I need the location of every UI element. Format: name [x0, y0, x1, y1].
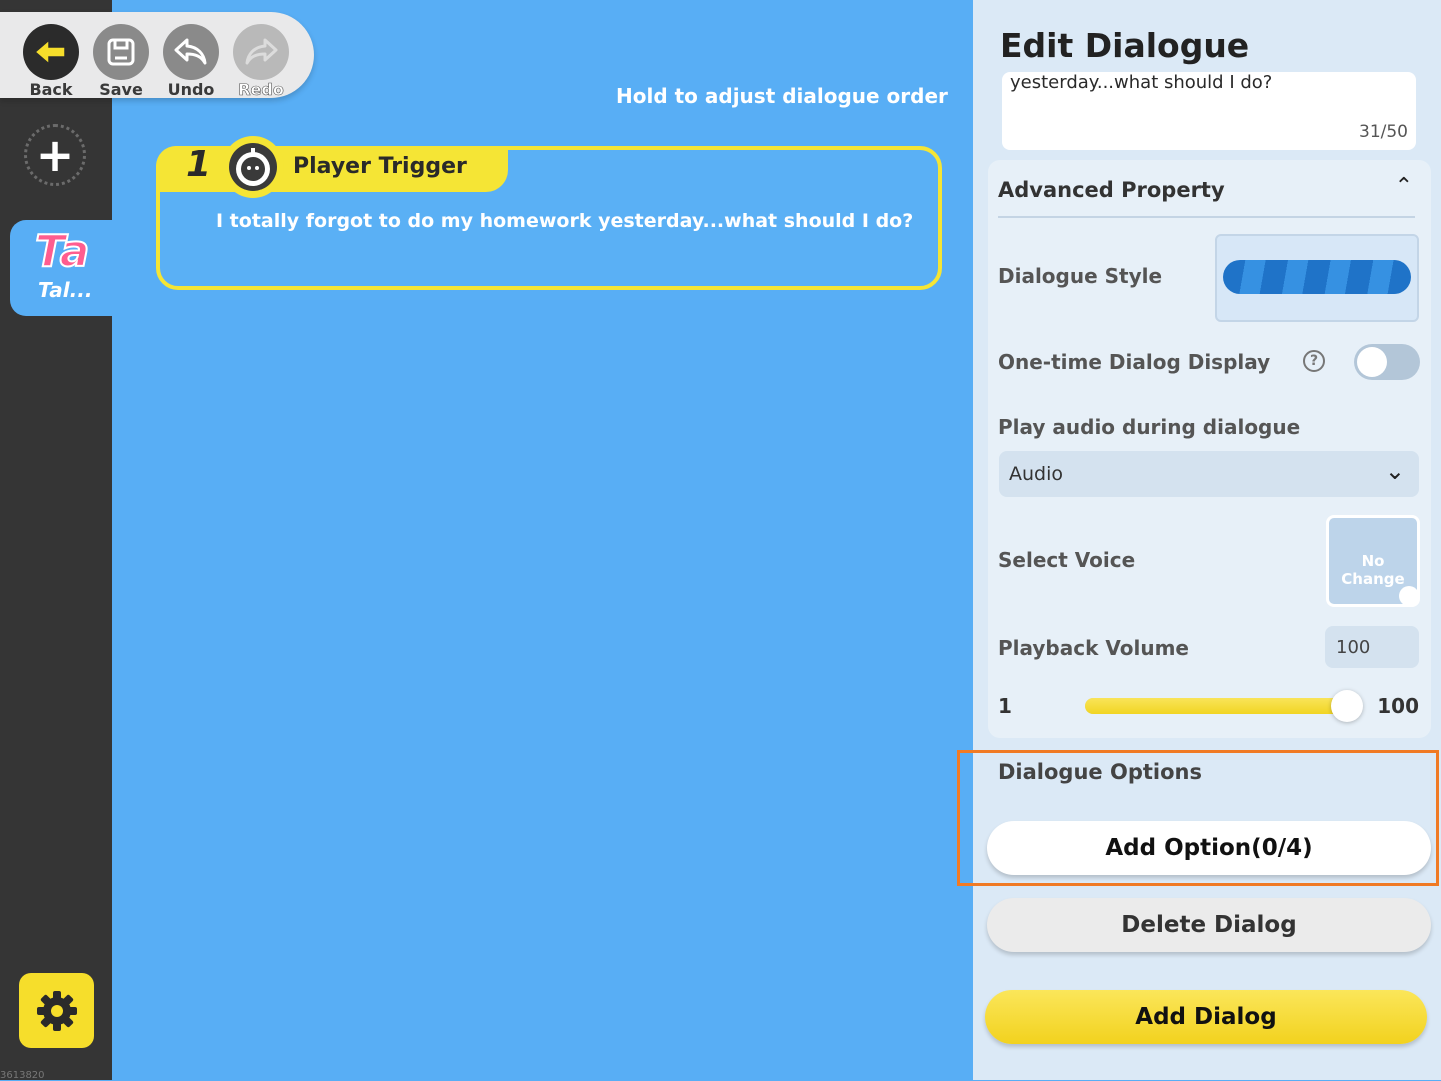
dialogue-options-label: Dialogue Options [998, 760, 1202, 784]
panel-title: Edit Dialogue [1000, 26, 1250, 65]
save-label: Save [99, 80, 143, 99]
top-toolbar: Back Save Undo Redo [0, 12, 314, 100]
audio-dropdown-value: Audio [1009, 463, 1064, 485]
dialogue-text-input[interactable]: yesterday...what should I do? 31/50 [1002, 72, 1416, 150]
voice-picker[interactable]: No Change [1326, 515, 1420, 607]
playback-volume-label: Playback Volume [998, 636, 1189, 660]
one-time-display-toggle[interactable] [1354, 344, 1420, 380]
dialogue-card[interactable]: 1 Player Trigger I totally forgot to do … [156, 136, 942, 290]
back-arrow-icon [33, 38, 66, 66]
player-trigger-icon [222, 136, 284, 198]
play-audio-label: Play audio during dialogue [998, 415, 1301, 439]
help-icon[interactable]: ? [1303, 350, 1325, 372]
redo-button[interactable]: Redo [232, 24, 290, 100]
save-button[interactable]: Save [92, 24, 150, 100]
redo-icon [245, 38, 278, 65]
talk-tab-label: Tal... [38, 278, 93, 302]
toggle-knob [1357, 347, 1387, 377]
card-dialogue-text: I totally forgot to do my homework yeste… [216, 210, 914, 232]
add-dialog-button[interactable]: Add Dialog [985, 990, 1427, 1044]
dialogue-style-label: Dialogue Style [998, 264, 1163, 288]
undo-button[interactable]: Undo [162, 24, 220, 100]
volume-slider-thumb[interactable] [1331, 690, 1363, 722]
left-sidebar: + Ta Tal... 3613820 [0, 0, 112, 1081]
slider-min-label: 1 [998, 694, 1012, 718]
undo-icon [174, 38, 207, 65]
card-index: 1 [186, 144, 212, 185]
voice-indicator [1399, 586, 1419, 606]
volume-slider-fill [1085, 698, 1347, 714]
back-label: Back [29, 80, 73, 99]
back-button[interactable]: Back [22, 24, 80, 100]
chevron-down-icon: ⌄ [1384, 457, 1405, 485]
delete-dialog-button[interactable]: Delete Dialog [987, 898, 1431, 952]
settings-button[interactable] [19, 973, 94, 1048]
volume-slider[interactable] [1085, 690, 1363, 722]
build-id: 3613820 [0, 1070, 45, 1081]
slider-max-label: 100 [1377, 694, 1419, 718]
talk-tab-icon: Ta [34, 225, 91, 278]
audio-dropdown[interactable]: Audio ⌄ [999, 451, 1419, 497]
save-icon [107, 38, 135, 66]
card-trigger-title: Player Trigger [293, 154, 467, 179]
reorder-hint: Hold to adjust dialogue order [616, 84, 948, 108]
add-option-button[interactable]: Add Option(0/4) [987, 821, 1431, 875]
undo-label: Undo [167, 80, 215, 99]
char-counter: 31/50 [1359, 122, 1408, 142]
dialogue-style-preview [1223, 260, 1411, 294]
advanced-property-section: Advanced Property ⌃ Dialogue Style One-t… [988, 160, 1431, 738]
one-time-display-label: One-time Dialog Display [998, 350, 1271, 374]
select-voice-label: Select Voice [998, 548, 1136, 572]
volume-input-value: 100 [1336, 637, 1371, 658]
dialogue-style-picker[interactable] [1215, 234, 1419, 322]
plus-icon: + [35, 128, 75, 182]
voice-value: No Change [1341, 552, 1405, 588]
gear-icon [36, 990, 77, 1031]
edit-dialogue-panel: Edit Dialogue yesterday...what should I … [957, 0, 1441, 1080]
add-element-button[interactable]: + [24, 124, 86, 186]
volume-input[interactable]: 100 [1325, 626, 1419, 668]
chevron-up-icon[interactable]: ⌃ [1395, 174, 1413, 199]
dialogue-text-value: yesterday...what should I do? [1010, 72, 1273, 93]
sidebar-tab-talk[interactable]: Ta Tal... [10, 220, 112, 316]
redo-label: Redo [238, 80, 284, 100]
advanced-property-heading[interactable]: Advanced Property [998, 178, 1225, 202]
section-divider [998, 216, 1415, 218]
